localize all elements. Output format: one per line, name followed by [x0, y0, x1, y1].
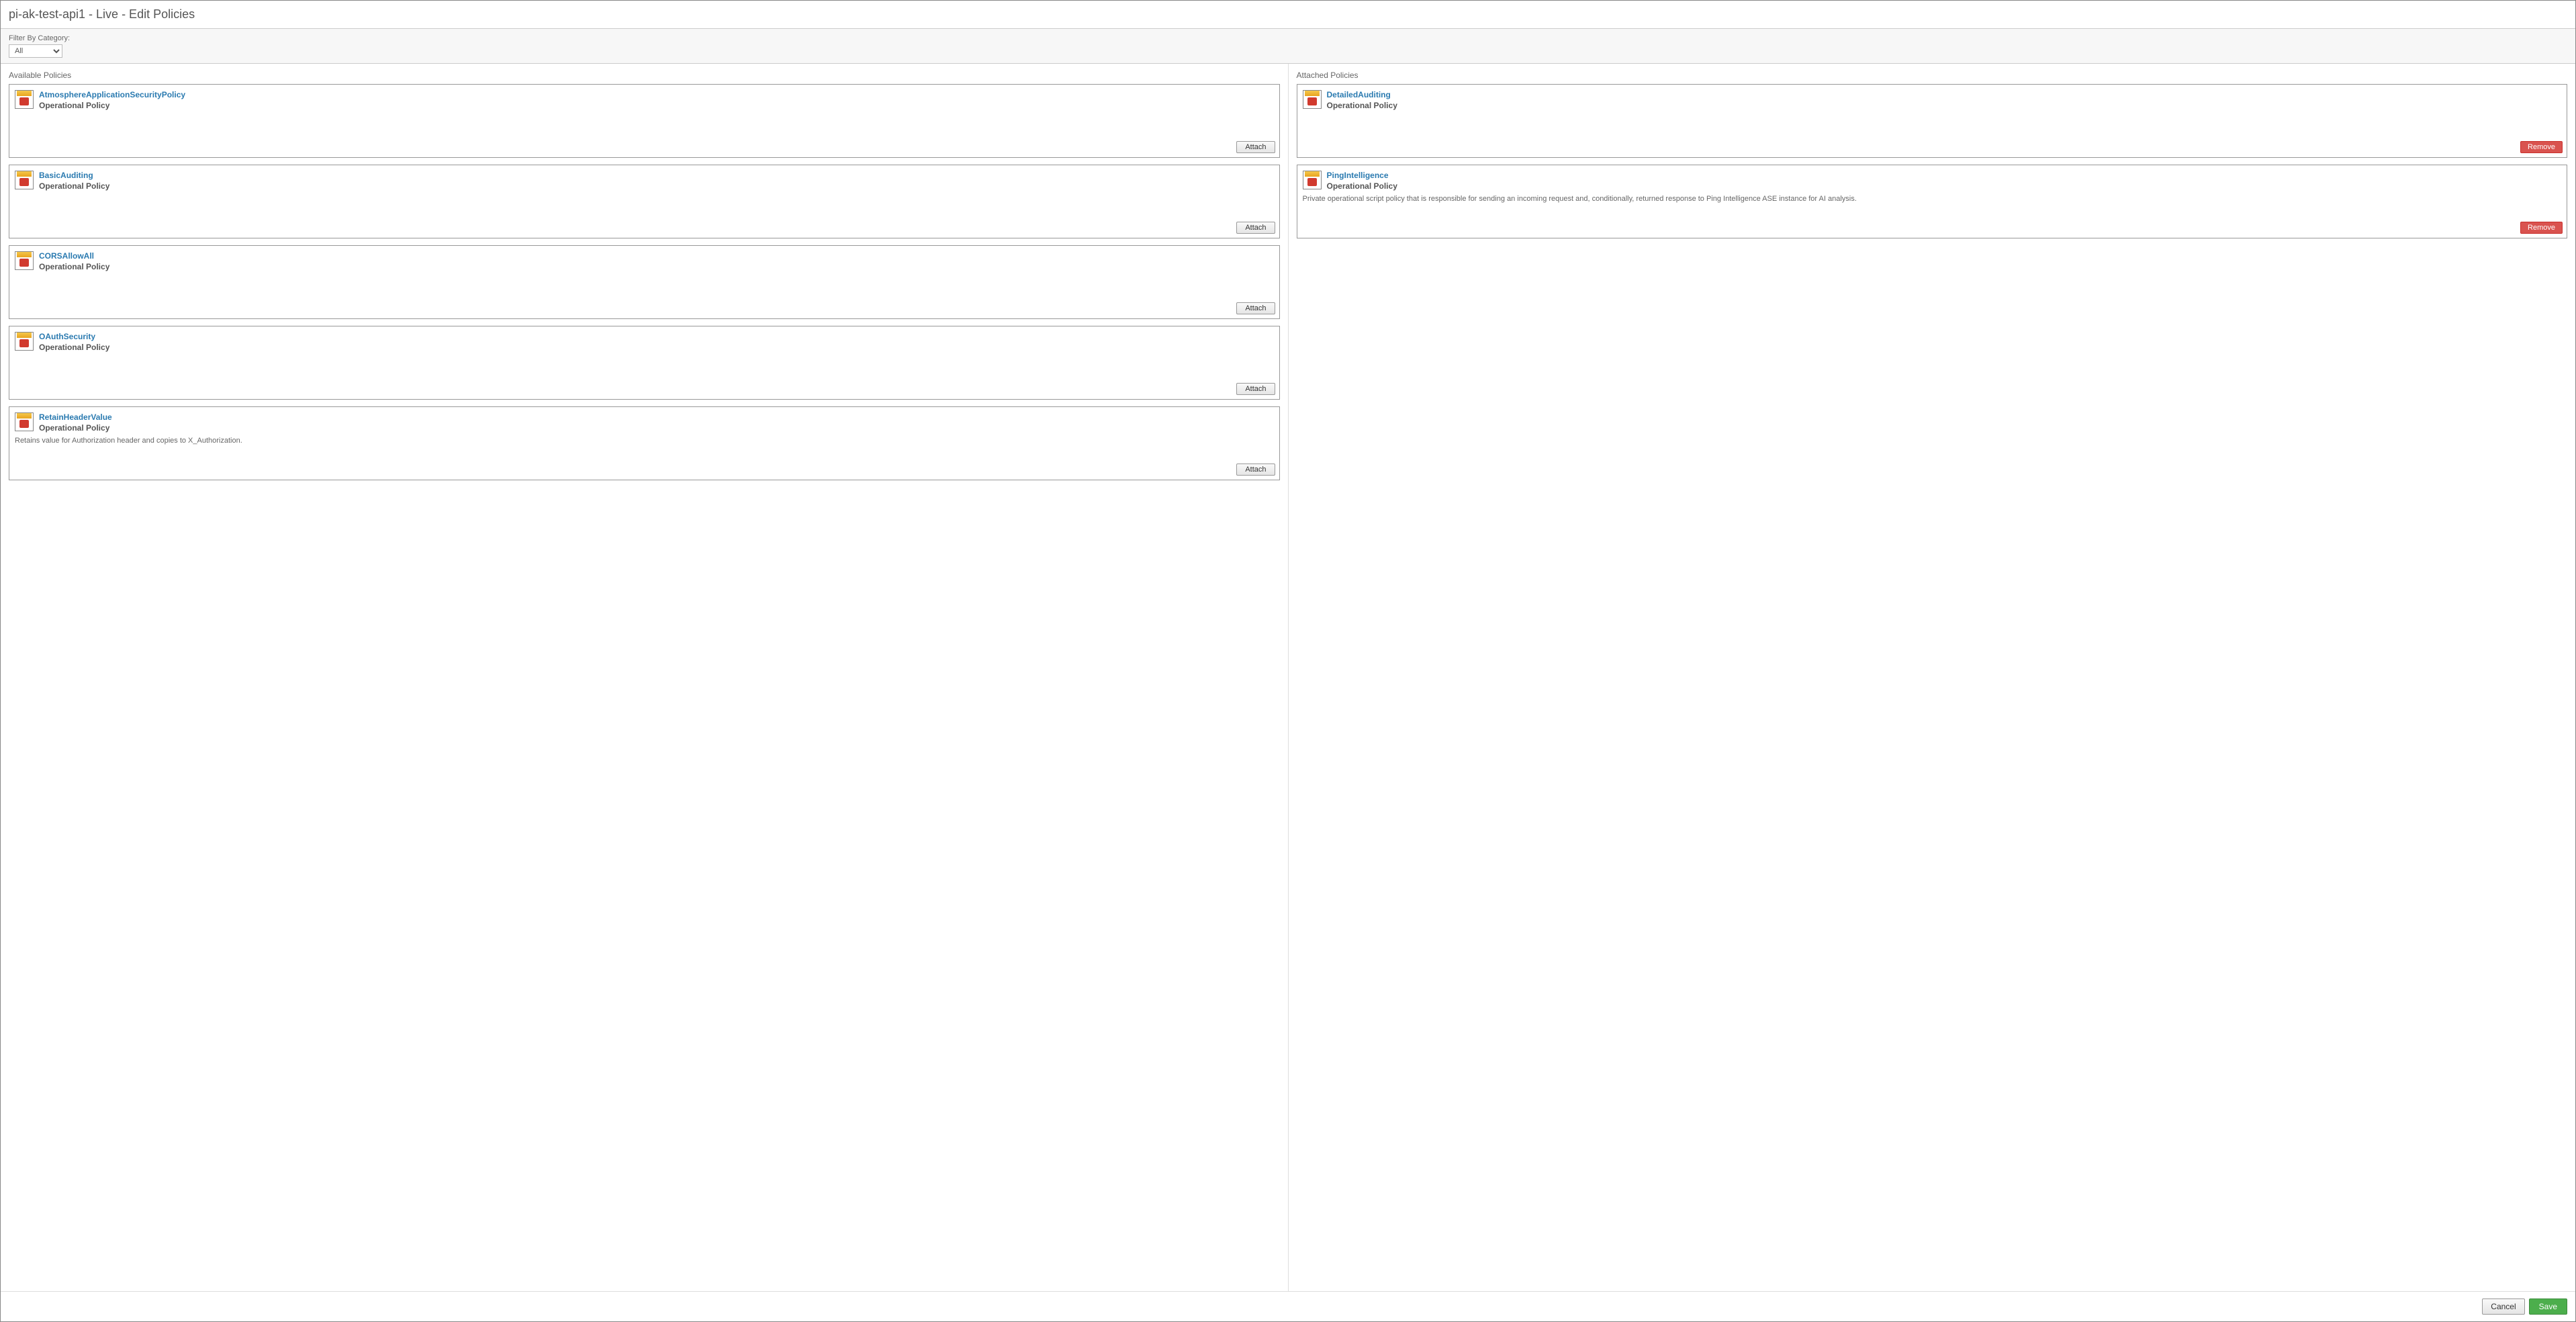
policy-name-link[interactable]: OAuthSecurity [39, 332, 1274, 341]
policy-card: CORSAllowAll Operational Policy Attach [9, 245, 1280, 319]
policy-head: AtmosphereApplicationSecurityPolicy Oper… [15, 90, 1274, 110]
policy-icon [15, 90, 34, 109]
policy-name-link[interactable]: AtmosphereApplicationSecurityPolicy [39, 90, 1274, 99]
attached-policies-title: Attached Policies [1297, 71, 2568, 80]
policy-head: RetainHeaderValue Operational Policy [15, 412, 1274, 433]
policy-name-link[interactable]: RetainHeaderValue [39, 412, 1274, 422]
card-action: Attach [1236, 464, 1275, 476]
card-action: Attach [1236, 141, 1275, 153]
cancel-button[interactable]: Cancel [2482, 1298, 2524, 1315]
policy-description: Private operational script policy that i… [1303, 195, 2562, 203]
attach-button[interactable]: Attach [1236, 383, 1275, 395]
policy-name-link[interactable]: CORSAllowAll [39, 251, 1274, 261]
filter-bar: Filter By Category: All [1, 29, 2575, 64]
policy-type-label: Operational Policy [39, 262, 1274, 271]
policy-description: Retains value for Authorization header a… [15, 437, 1274, 445]
remove-button[interactable]: Remove [2520, 141, 2563, 153]
attach-button[interactable]: Attach [1236, 302, 1275, 314]
policy-head: PingIntelligence Operational Policy [1303, 171, 2562, 191]
page-title: pi-ak-test-api1 - Live - Edit Policies [9, 7, 2567, 21]
policy-card: OAuthSecurity Operational Policy Attach [9, 326, 1280, 400]
remove-button[interactable]: Remove [2520, 222, 2563, 234]
policy-icon [1303, 90, 1322, 109]
policy-info: CORSAllowAll Operational Policy [39, 251, 1274, 271]
policy-name-link[interactable]: PingIntelligence [1327, 171, 2562, 180]
main-content: Available Policies AtmosphereApplication… [1, 64, 2575, 1291]
policy-info: AtmosphereApplicationSecurityPolicy Oper… [39, 90, 1274, 110]
policy-head: BasicAuditing Operational Policy [15, 171, 1274, 191]
policy-type-label: Operational Policy [1327, 181, 2562, 191]
policy-type-label: Operational Policy [39, 101, 1274, 110]
attach-button[interactable]: Attach [1236, 464, 1275, 476]
card-action: Attach [1236, 222, 1275, 234]
policy-card: RetainHeaderValue Operational Policy Ret… [9, 406, 1280, 480]
policy-info: PingIntelligence Operational Policy [1327, 171, 2562, 191]
policy-type-label: Operational Policy [39, 343, 1274, 352]
policy-info: RetainHeaderValue Operational Policy [39, 412, 1274, 433]
card-action: Remove [2520, 141, 2563, 153]
policy-type-label: Operational Policy [1327, 101, 2562, 110]
policy-name-link[interactable]: DetailedAuditing [1327, 90, 2562, 99]
footer-actions: Cancel Save [1, 1291, 2575, 1321]
policy-card: DetailedAuditing Operational Policy Remo… [1297, 84, 2568, 158]
attach-button[interactable]: Attach [1236, 222, 1275, 234]
policy-type-label: Operational Policy [39, 181, 1274, 191]
policy-icon [1303, 171, 1322, 189]
attached-policies-column: Attached Policies DetailedAuditing Opera… [1289, 64, 2576, 1291]
policy-head: CORSAllowAll Operational Policy [15, 251, 1274, 271]
save-button[interactable]: Save [2529, 1298, 2567, 1315]
policy-icon [15, 412, 34, 431]
card-action: Attach [1236, 383, 1275, 395]
filter-category-select[interactable]: All [9, 44, 62, 58]
policy-icon [15, 171, 34, 189]
available-policies-column: Available Policies AtmosphereApplication… [1, 64, 1289, 1291]
attach-button[interactable]: Attach [1236, 141, 1275, 153]
policy-icon [15, 251, 34, 270]
policy-head: OAuthSecurity Operational Policy [15, 332, 1274, 352]
page-header: pi-ak-test-api1 - Live - Edit Policies [1, 1, 2575, 29]
policy-info: DetailedAuditing Operational Policy [1327, 90, 2562, 110]
card-action: Remove [2520, 222, 2563, 234]
policy-icon [15, 332, 34, 351]
card-action: Attach [1236, 302, 1275, 314]
available-policies-title: Available Policies [9, 71, 1280, 80]
policy-card: PingIntelligence Operational Policy Priv… [1297, 165, 2568, 238]
policy-info: BasicAuditing Operational Policy [39, 171, 1274, 191]
policy-card: AtmosphereApplicationSecurityPolicy Oper… [9, 84, 1280, 158]
filter-label: Filter By Category: [9, 34, 2567, 42]
policy-head: DetailedAuditing Operational Policy [1303, 90, 2562, 110]
policy-card: BasicAuditing Operational Policy Attach [9, 165, 1280, 238]
policy-name-link[interactable]: BasicAuditing [39, 171, 1274, 180]
policy-info: OAuthSecurity Operational Policy [39, 332, 1274, 352]
policy-type-label: Operational Policy [39, 423, 1274, 433]
